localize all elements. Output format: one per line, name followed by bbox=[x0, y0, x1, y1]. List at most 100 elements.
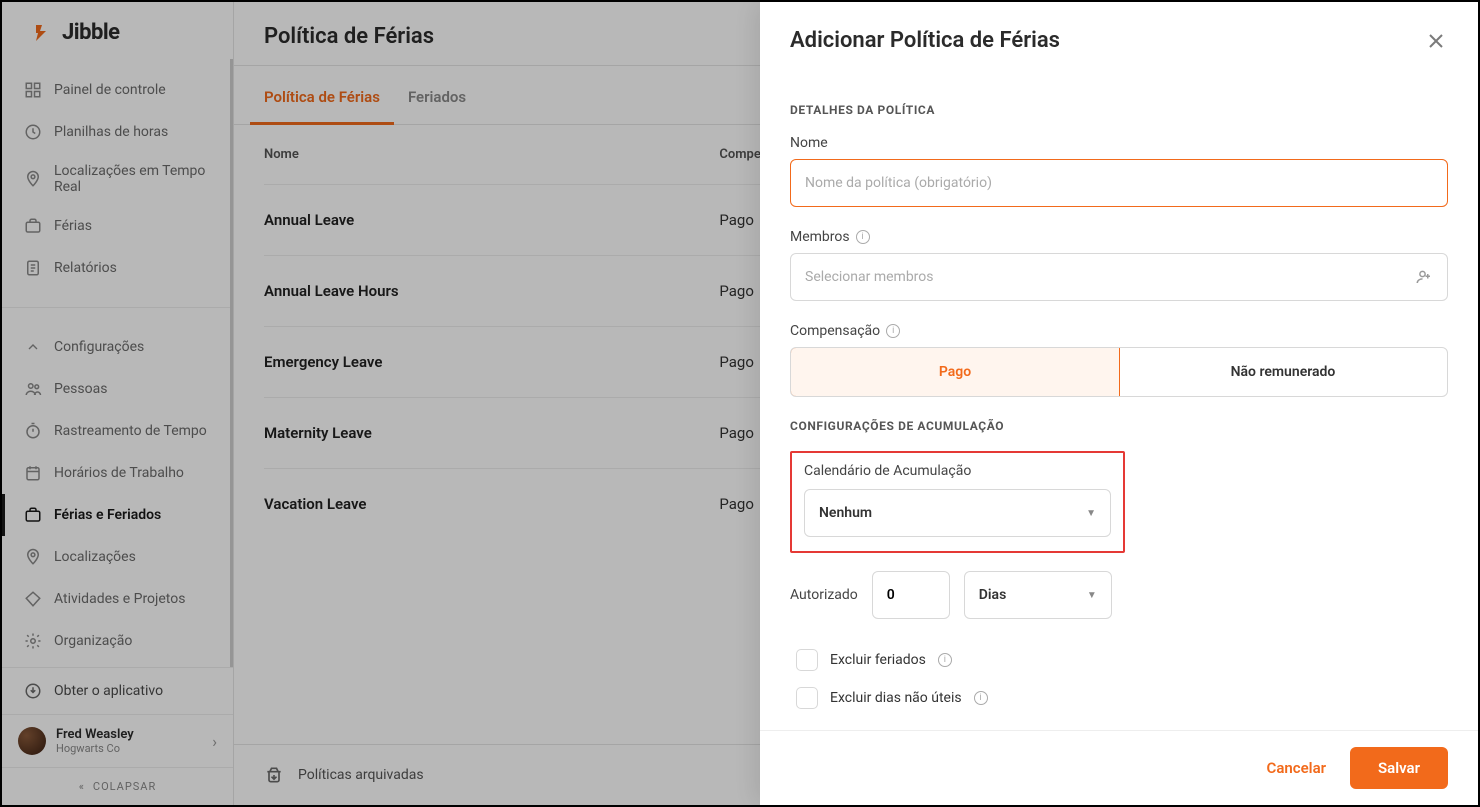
sidebar-item-label: Horários de Trabalho bbox=[54, 465, 184, 481]
exclude-nonwork-checkbox[interactable] bbox=[796, 687, 818, 709]
sidebar-item-dashboard[interactable]: Painel de controle bbox=[2, 69, 230, 111]
section-policy-details: DETALHES DA POLÍTICA bbox=[790, 103, 1448, 117]
get-app-label: Obter o aplicativo bbox=[54, 683, 163, 699]
sidebar-item-label: Localizações em Tempo Real bbox=[54, 163, 210, 195]
cancel-button[interactable]: Cancelar bbox=[1267, 759, 1327, 777]
sidebar-item-label: Pessoas bbox=[54, 381, 107, 397]
collapse-sidebar-button[interactable]: « COLAPSAR bbox=[2, 767, 233, 805]
get-app-button[interactable]: Obter o aplicativo bbox=[2, 667, 233, 714]
allowed-label: Autorizado bbox=[790, 587, 858, 603]
sidebar-item-label: Férias bbox=[54, 218, 92, 234]
pin-icon bbox=[22, 168, 44, 190]
section-accrual: CONFIGURAÇÕES DE ACUMULAÇÃO bbox=[790, 419, 1448, 433]
cell-name: Emergency Leave bbox=[264, 353, 719, 371]
collapse-label: COLAPSAR bbox=[93, 780, 156, 793]
sidebar-item-label: Planilhas de horas bbox=[54, 124, 168, 140]
compensation-segmented: Pago Não remunerado bbox=[790, 347, 1448, 397]
col-header-name: Nome bbox=[264, 147, 719, 162]
sidebar-item-locations[interactable]: Localizações bbox=[2, 536, 230, 578]
members-placeholder: Selecionar membros bbox=[805, 269, 934, 285]
sidebar-item-activities-projects[interactable]: Atividades e Projetos bbox=[2, 578, 230, 620]
sidebar-item-time-off[interactable]: Férias bbox=[2, 205, 230, 247]
sidebar-item-reports[interactable]: Relatórios bbox=[2, 247, 230, 289]
sidebar-item-work-schedules[interactable]: Horários de Trabalho bbox=[2, 452, 230, 494]
sidebar-item-label: Localizações bbox=[54, 549, 136, 565]
drawer-title: Adicionar Política de Férias bbox=[790, 28, 1060, 53]
cell-name: Annual Leave bbox=[264, 211, 719, 229]
accrual-calendar-label: Calendário de Acumulação bbox=[804, 463, 1111, 479]
sidebar-item-realtime-locations[interactable]: Localizações em Tempo Real bbox=[2, 153, 230, 205]
chevron-right-icon: › bbox=[212, 732, 217, 751]
sidebar-item-label: Organização bbox=[54, 633, 132, 649]
sidebar-item-label: Configurações bbox=[54, 339, 144, 355]
person-add-icon bbox=[1415, 268, 1433, 286]
gear-icon bbox=[22, 630, 44, 652]
pin-icon bbox=[22, 546, 44, 568]
cell-name: Vacation Leave bbox=[264, 495, 719, 513]
policy-name-input[interactable] bbox=[790, 159, 1448, 207]
user-menu[interactable]: Fred Weasley Hogwarts Co › bbox=[2, 714, 233, 767]
cell-name: Maternity Leave bbox=[264, 424, 719, 442]
sidebar-item-organization[interactable]: Organização bbox=[2, 620, 230, 662]
exclude-nonwork-label: Excluir dias não úteis bbox=[830, 690, 962, 706]
nav-secondary: Configurações Pessoas Rastreamento de Te… bbox=[2, 316, 230, 667]
download-icon bbox=[22, 680, 44, 702]
allowed-value-input[interactable] bbox=[872, 571, 950, 619]
info-icon[interactable]: i bbox=[886, 324, 900, 338]
chevron-up-icon bbox=[22, 336, 44, 358]
cell-name: Annual Leave Hours bbox=[264, 282, 719, 300]
briefcase-icon bbox=[22, 504, 44, 526]
brand-text: Jibble bbox=[62, 20, 120, 45]
chevron-double-left-icon: « bbox=[79, 780, 85, 793]
allowed-unit-select[interactable]: Dias ▼ bbox=[964, 571, 1112, 619]
info-icon[interactable]: i bbox=[938, 653, 952, 667]
exclude-holidays-checkbox[interactable] bbox=[796, 649, 818, 671]
tag-icon bbox=[22, 588, 44, 610]
chevron-down-icon: ▼ bbox=[1087, 590, 1097, 601]
exclude-holidays-label: Excluir feriados bbox=[830, 652, 926, 668]
info-icon[interactable]: i bbox=[974, 691, 988, 705]
report-icon bbox=[22, 257, 44, 279]
user-name: Fred Weasley bbox=[56, 727, 134, 742]
tab-leave-policy[interactable]: Política de Férias bbox=[264, 66, 380, 124]
members-select[interactable]: Selecionar membros bbox=[790, 253, 1448, 301]
sidebar-item-label: Relatórios bbox=[54, 260, 117, 276]
name-label: Nome bbox=[790, 135, 1448, 151]
members-label: Membros i bbox=[790, 229, 1448, 245]
calendar-icon bbox=[22, 462, 44, 484]
briefcase-icon bbox=[22, 215, 44, 237]
sidebar-item-label: Férias e Feriados bbox=[54, 507, 161, 523]
sidebar-item-leave-holidays[interactable]: Férias e Feriados bbox=[2, 494, 230, 536]
sidebar: Jibble Painel de controle Planilhas de h… bbox=[2, 2, 234, 805]
close-icon[interactable] bbox=[1424, 29, 1448, 53]
clock-icon bbox=[22, 121, 44, 143]
sidebar-item-timesheets[interactable]: Planilhas de horas bbox=[2, 111, 230, 153]
dashboard-icon bbox=[22, 79, 44, 101]
logo[interactable]: Jibble bbox=[2, 2, 233, 59]
sidebar-item-time-tracking[interactable]: Rastreamento de Tempo bbox=[2, 410, 230, 452]
compensation-paid-option[interactable]: Pago bbox=[790, 347, 1120, 397]
sidebar-item-settings[interactable]: Configurações bbox=[2, 326, 230, 368]
sidebar-item-label: Atividades e Projetos bbox=[54, 591, 185, 607]
sidebar-item-label: Painel de controle bbox=[54, 82, 166, 98]
add-policy-drawer: Adicionar Política de Férias DETALHES DA… bbox=[760, 2, 1478, 805]
logo-icon bbox=[32, 21, 56, 45]
nav-primary: Painel de controle Planilhas de horas Lo… bbox=[2, 59, 230, 299]
people-icon bbox=[22, 378, 44, 400]
sidebar-item-people[interactable]: Pessoas bbox=[2, 368, 230, 410]
tab-holidays[interactable]: Feriados bbox=[408, 66, 466, 124]
page-title: Política de Férias bbox=[264, 24, 434, 49]
save-button[interactable]: Salvar bbox=[1350, 747, 1448, 789]
sidebar-item-label: Rastreamento de Tempo bbox=[54, 423, 207, 439]
chevron-down-icon: ▼ bbox=[1086, 508, 1096, 519]
stopwatch-icon bbox=[22, 420, 44, 442]
archived-label: Políticas arquivadas bbox=[298, 767, 424, 783]
user-org: Hogwarts Co bbox=[56, 742, 134, 755]
avatar bbox=[18, 727, 46, 755]
info-icon[interactable]: i bbox=[856, 230, 870, 244]
archive-icon bbox=[264, 765, 284, 785]
accrual-highlight-box: Calendário de Acumulação Nenhum ▼ bbox=[790, 451, 1125, 553]
compensation-unpaid-option[interactable]: Não remunerado bbox=[1119, 348, 1447, 396]
allowed-unit-value: Dias bbox=[979, 587, 1006, 603]
accrual-calendar-select[interactable]: Nenhum ▼ bbox=[804, 489, 1111, 537]
